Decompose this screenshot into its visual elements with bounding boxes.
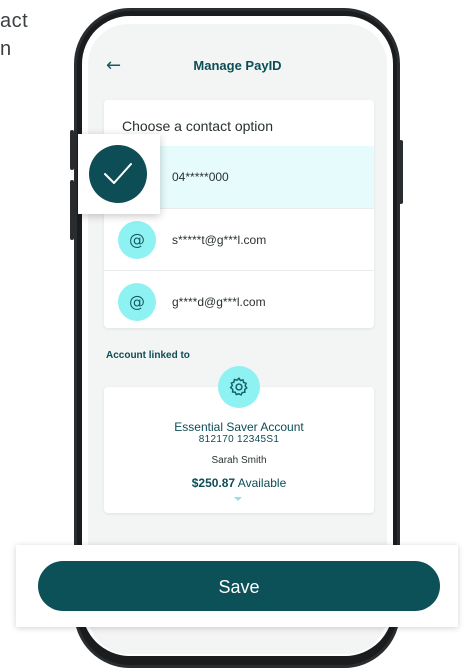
chevron-down-icon[interactable] (234, 497, 242, 501)
phone-volume-button-2 (70, 180, 74, 240)
account-number: 812170 12345S1 (198, 434, 280, 445)
phone-power-button (399, 140, 403, 204)
contact-option-label: g****d@g***l.com (172, 295, 266, 309)
phone-volume-button (70, 130, 74, 170)
account-linked-label: Account linked to (106, 350, 190, 361)
checkmark-icon (89, 145, 147, 203)
contact-option-label: s*****t@g***l.com (172, 233, 267, 247)
balance-amount: $250.87 (191, 476, 236, 490)
background-text-line-2: n (0, 38, 12, 60)
selected-option-callout (78, 134, 160, 214)
background-text-line-1: act (0, 10, 29, 32)
contact-options-heading: Choose a contact option (122, 118, 273, 134)
balance-suffix: Available (237, 476, 287, 490)
app-header: ← Manage PayID (88, 54, 387, 78)
save-button[interactable]: Save (38, 561, 440, 611)
contact-option-email-1[interactable]: @ s*****t@g***l.com (104, 208, 374, 270)
at-sign-icon: @ (118, 221, 156, 259)
page-title: Manage PayID (193, 58, 282, 73)
save-bar: Save (16, 545, 458, 627)
contact-option-label: 04*****000 (172, 170, 229, 184)
account-name: Essential Saver Account (174, 420, 304, 434)
gear-icon (218, 366, 260, 408)
contact-option-email-2[interactable]: @ g****d@g***l.com (104, 270, 374, 328)
account-holder: Sarah Smith (211, 455, 267, 466)
account-balance: $250.87 Available (104, 476, 374, 490)
at-sign-icon: @ (118, 283, 156, 321)
